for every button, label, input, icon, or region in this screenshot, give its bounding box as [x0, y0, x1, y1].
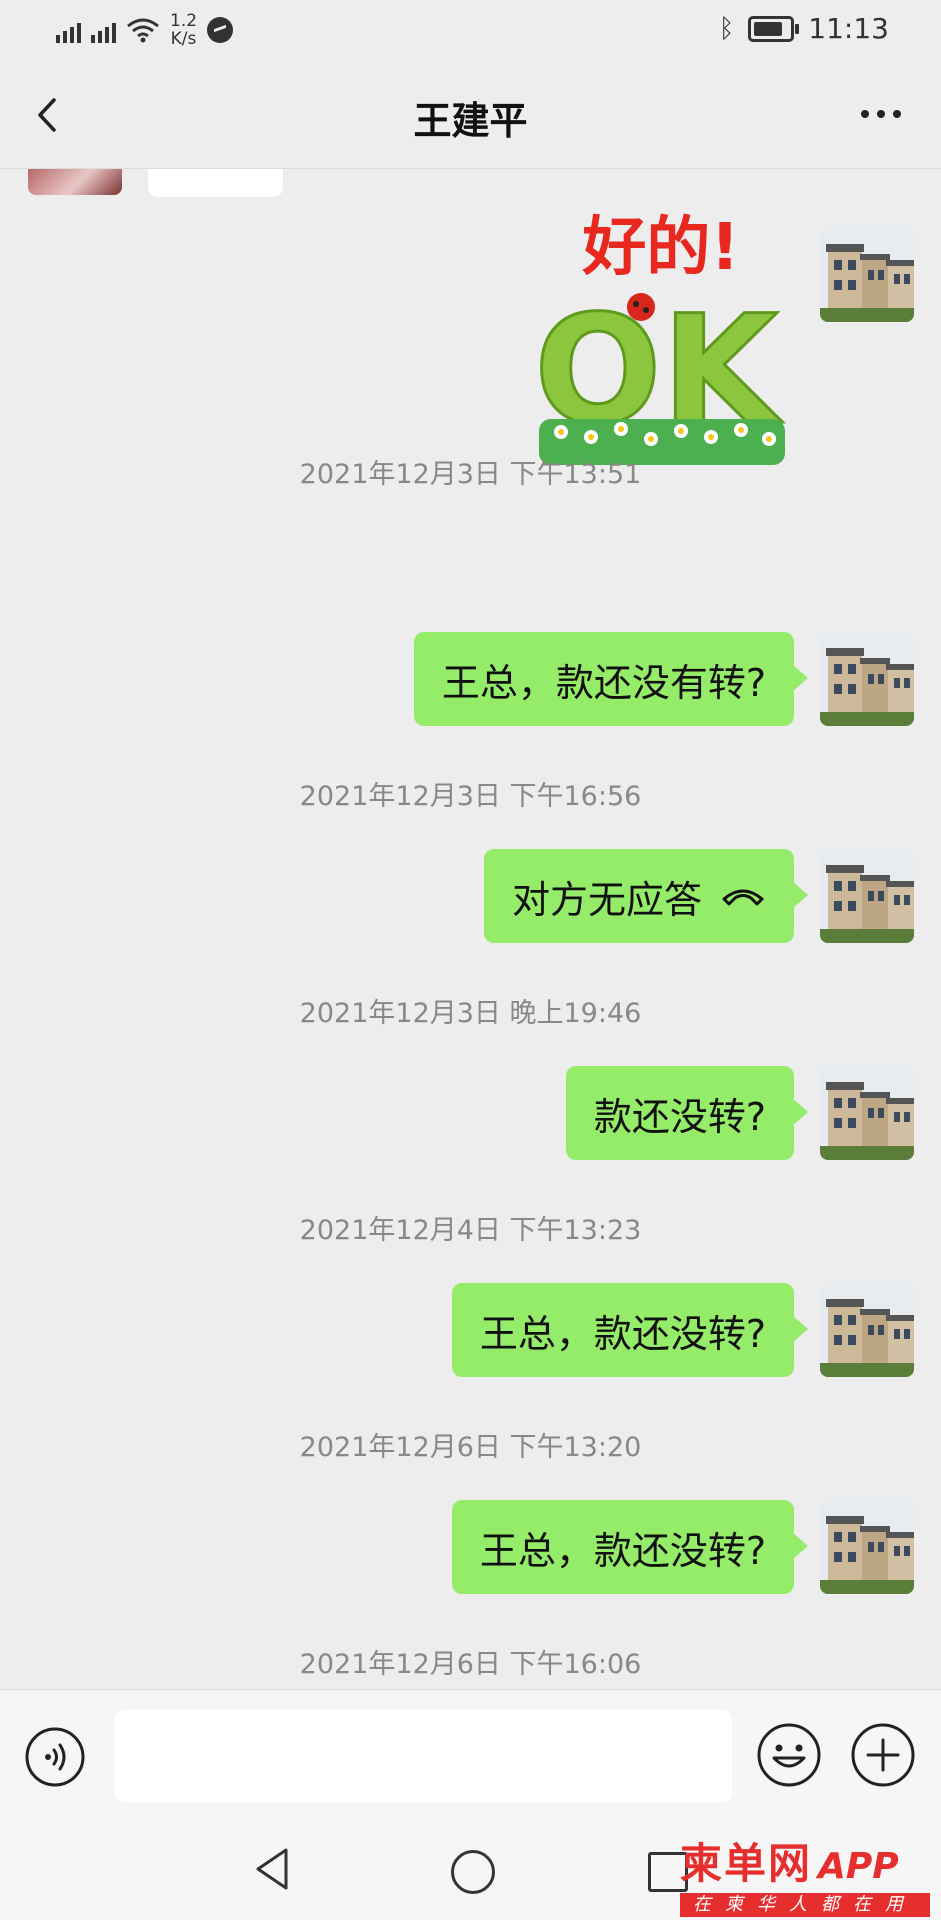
network-speed-unit: K/s	[170, 29, 197, 49]
message-text: 王总，款还没有转?	[441, 660, 766, 705]
watermark-sub: 在柬华人都在用	[680, 1893, 930, 1917]
message-text: 款还没转?	[593, 1094, 766, 1139]
my-avatar[interactable]	[820, 228, 914, 322]
message-text: 王总，款还没转?	[479, 1528, 766, 1573]
status-left: 1.2 K/s	[56, 12, 234, 48]
bluetooth-icon: ᛒ	[718, 13, 735, 44]
status-bar: 1.2 K/s ᛒ 11:13	[0, 0, 941, 62]
timestamp: 2021年12月4日 下午13:23	[299, 1215, 642, 1246]
network-speed: 1.2 K/s	[170, 12, 197, 48]
timestamp: 2021年12月6日 下午16:06	[299, 1649, 642, 1680]
my-avatar[interactable]	[820, 1066, 914, 1160]
signal-icon-1	[56, 17, 81, 43]
more-icon[interactable]	[861, 110, 901, 118]
previous-message-bubble[interactable]	[148, 169, 283, 197]
ladybug-icon	[627, 293, 655, 321]
timestamp: 2021年12月3日 下午16:56	[299, 781, 642, 812]
my-avatar[interactable]	[820, 1500, 914, 1594]
wifi-icon	[127, 18, 159, 43]
message-bubble[interactable]: 王总，款还没有转?	[413, 632, 809, 726]
contact-avatar[interactable]	[28, 169, 122, 195]
message-bubble[interactable]: 王总，款还没转?	[451, 1283, 809, 1377]
watermark-app: APP	[818, 1846, 899, 1887]
message-bubble[interactable]: 王总，款还没转?	[451, 1500, 809, 1594]
watermark-main: 柬单网	[680, 1839, 813, 1888]
message-row: 王总，款还没转?	[451, 1283, 914, 1377]
timestamp: 2021年12月3日 晚上19:46	[299, 998, 642, 1029]
system-nav-bar: 柬单网 APP 在柬华人都在用	[0, 1820, 941, 1920]
plus-icon[interactable]	[850, 1722, 916, 1788]
status-time: 11:13	[808, 12, 889, 45]
my-avatar[interactable]	[820, 632, 914, 726]
message-row: 王总，款还没转?	[451, 1500, 914, 1594]
message-row: 款还没转?	[565, 1066, 914, 1160]
ok-sticker[interactable]: 好的! OK	[531, 197, 791, 469]
my-avatar[interactable]	[820, 1283, 914, 1377]
message-row: 王总，款还没有转?	[413, 632, 914, 726]
message-text: 王总，款还没转?	[479, 1311, 766, 1356]
message-row	[820, 228, 914, 322]
message-bubble[interactable]: 款还没转?	[565, 1066, 809, 1160]
chat-header: 王建平	[0, 62, 941, 169]
messenger-icon	[207, 17, 234, 43]
nav-back-icon[interactable]	[252, 1846, 292, 1892]
battery-icon	[748, 15, 800, 42]
sticker-text-top: 好的!	[581, 211, 739, 285]
network-speed-value: 1.2	[170, 11, 198, 31]
call-record-bubble[interactable]: 对方无应答	[483, 849, 809, 943]
chat-area[interactable]: 好的! OK 2021年12月3日 下午13:51 王总，款还没有转? 2021…	[0, 169, 941, 1689]
timestamp: 2021年12月3日 下午13:51	[299, 459, 642, 490]
my-avatar[interactable]	[820, 849, 914, 943]
nav-home-icon[interactable]	[451, 1850, 495, 1894]
call-end-icon	[722, 889, 764, 906]
voice-icon[interactable]	[24, 1726, 86, 1788]
chat-title: 王建平	[413, 99, 528, 143]
watermark-logo: 柬单网 APP 在柬华人都在用	[680, 1830, 936, 1917]
status-right: ᛒ 11:13	[719, 12, 889, 45]
message-row: 对方无应答	[483, 849, 914, 943]
timestamp: 2021年12月6日 下午13:20	[299, 1432, 642, 1463]
message-text: 对方无应答	[511, 877, 702, 922]
signal-icon-2	[91, 17, 116, 43]
emoji-icon[interactable]	[756, 1722, 822, 1788]
message-input[interactable]	[114, 1710, 732, 1802]
input-bar	[0, 1689, 941, 1821]
